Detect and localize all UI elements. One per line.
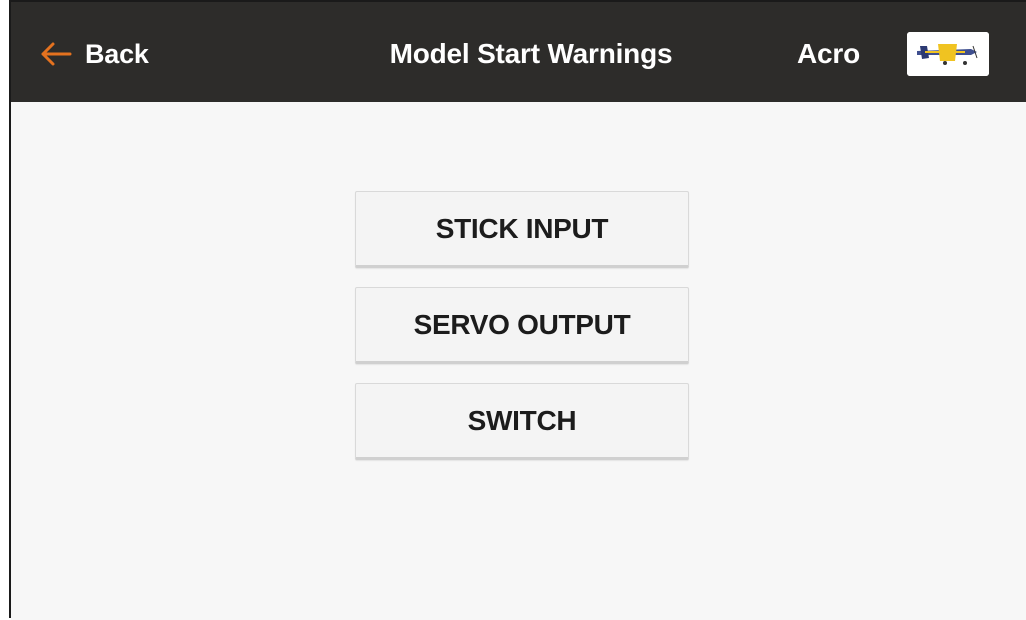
model-thumbnail[interactable] [907, 32, 989, 76]
app-window: Back Model Start Warnings Acro STICK INP… [9, 0, 1026, 620]
top-bar: Back Model Start Warnings Acro [11, 2, 1026, 102]
servo-output-button[interactable]: SERVO OUTPUT [355, 287, 689, 364]
stick-input-button[interactable]: STICK INPUT [355, 191, 689, 268]
main-content: STICK INPUT SERVO OUTPUT SWITCH [11, 102, 1026, 620]
back-label: Back [85, 38, 149, 69]
airplane-thumbnail-icon [907, 32, 989, 76]
model-name: Acro [797, 38, 860, 69]
back-button[interactable]: Back [39, 32, 149, 76]
switch-button[interactable]: SWITCH [355, 383, 689, 460]
page-title: Model Start Warnings [389, 38, 673, 69]
arrow-left-icon [41, 42, 72, 66]
